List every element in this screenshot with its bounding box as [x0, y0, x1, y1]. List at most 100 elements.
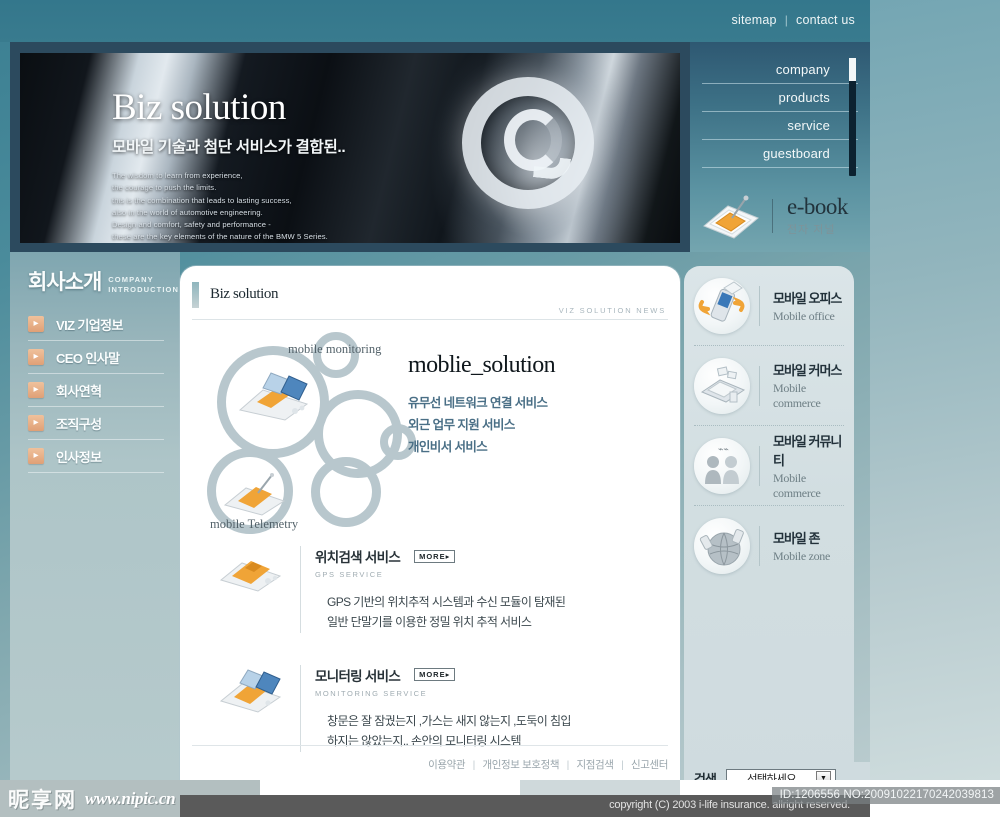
hero-title: Biz solution: [112, 87, 286, 128]
service-item-monitoring: 모니터링 서비스 MORE▸ MONITORING SERVICE 창문은 잘 …: [218, 664, 680, 752]
ebook-promo[interactable]: e-book 전자 저널: [690, 180, 870, 252]
panel-item-label-en: Mobile commerce: [773, 381, 821, 410]
ebook-divider: [772, 199, 773, 233]
panel-item-mobile-zone[interactable]: 모바일 존 Mobile zone: [694, 506, 844, 586]
service-list: 위치검색 서비스 MORE▸ GPS SERVICE GPS 기반의 위치추적 …: [180, 546, 680, 752]
sidebar-item-hr-info[interactable]: ▸ 인사정보: [28, 440, 164, 473]
nav-item-company[interactable]: company: [702, 56, 858, 84]
hero-banner: Biz solution 모바일 기술과 첨단 서비스가 결합된.. The w…: [20, 53, 680, 243]
page-eyebrow: VIZ SOLUTION NEWS: [558, 306, 666, 315]
footer-link-terms[interactable]: 이용약관: [428, 759, 465, 771]
sidebar-item-label: 조직구성: [56, 416, 102, 432]
top-bar: sitemap | contact us: [0, 0, 870, 42]
nav-item-products[interactable]: products: [702, 84, 858, 112]
main-footer-links: 이용약관 | 개인정보 보호정책 | 지점검색 | 신고센터: [192, 745, 668, 772]
solution-text-block: moblie_solution 유무선 네트워크 연결 서비스 외근 업무 지원…: [408, 352, 556, 459]
panel-item-text: 모바일 오피스 Mobile office: [769, 288, 842, 324]
solution-diagram: mobile monitoring mobile Telemetry mobli…: [180, 328, 680, 536]
solution-feature: 외근 업무 지원 서비스: [408, 417, 515, 432]
mobile-zone-icon: [694, 518, 750, 574]
more-button-label: MORE: [419, 670, 446, 680]
primary-navigation-list: company products service guestboard: [690, 42, 870, 168]
left-sidebar: 회사소개 COMPANY INTRODUCTION ▸ VIZ 기업정보 ▸ C…: [10, 252, 180, 780]
service-title-en: GPS SERVICE: [315, 570, 384, 579]
sidebar-heading-en-line2: INTRODUCTION: [108, 284, 179, 294]
sidebar-item-history[interactable]: ▸ 회사연혁: [28, 374, 164, 407]
panel-divider: [759, 526, 760, 566]
panel-item-label-ko: 모바일 오피스: [773, 290, 842, 306]
nav-scroll-indicator[interactable]: [849, 58, 856, 176]
solution-feature-list: 유무선 네트워크 연결 서비스 외근 업무 지원 서비스 개인비서 서비스: [408, 393, 555, 459]
sidebar-item-viz-info[interactable]: ▸ VIZ 기업정보: [28, 308, 164, 341]
panel-item-mobile-community[interactable]: ⌁⌁ 모바일 커뮤니티 Mobile commerce: [694, 426, 844, 506]
main-content-panel: Biz solution VIZ SOLUTION NEWS mobile mo…: [180, 266, 680, 794]
panel-item-text: 모바일 커머스 Mobile commerce: [769, 360, 844, 411]
page-background-right: [870, 0, 1000, 780]
solution-heading: moblie_solution: [408, 352, 556, 378]
hero-text-block: Biz solution 모바일 기술과 첨단 서비스가 결합된.. The w…: [112, 87, 346, 243]
sitemap-link[interactable]: sitemap: [732, 13, 777, 27]
panel-item-label-en: Mobile office: [773, 308, 835, 323]
chevron-right-icon: ▸: [28, 415, 44, 431]
watermark-url: www.nipic.cn: [85, 789, 176, 808]
mobile-commerce-icon: [694, 357, 750, 414]
bubble-label-telemetry: mobile Telemetry: [210, 517, 299, 531]
nav-item-guestboard[interactable]: guestboard: [702, 140, 858, 168]
footer-separator: |: [566, 759, 570, 771]
gps-device-icon: [218, 548, 284, 594]
ebook-title: e-book: [787, 194, 848, 219]
more-button[interactable]: MORE▸: [414, 549, 456, 563]
more-button-label: MORE: [419, 551, 446, 561]
service-body: 위치검색 서비스 MORE▸ GPS SERVICE GPS 기반의 위치추적 …: [300, 546, 680, 633]
sidebar-heading-en: COMPANY INTRODUCTION: [108, 275, 179, 296]
panel-divider: [759, 445, 760, 486]
sidebar-item-organization[interactable]: ▸ 조직구성: [28, 407, 164, 440]
hero-body-text: The wisdom to learn from experience, the…: [112, 171, 328, 242]
service-title-row: 위치검색 서비스 MORE▸: [315, 546, 680, 566]
hero-banner-frame: Biz solution 모바일 기술과 첨단 서비스가 결합된.. The w…: [10, 42, 690, 252]
service-title-en: MONITORING SERVICE: [315, 688, 428, 698]
footer-link-privacy[interactable]: 개인정보 보호정책: [483, 759, 560, 771]
service-description-line: 일반 단말기를 이용한 정밀 위치 추적 서비스: [327, 615, 532, 630]
mobile-monitoring-device-icon: [237, 370, 313, 422]
mobile-office-icon: [694, 277, 750, 334]
footer-link-report-center[interactable]: 신고센터: [631, 759, 668, 771]
ebook-subtitle: 전자 저널: [787, 224, 836, 236]
solution-feature: 유무선 네트워크 연결 서비스: [408, 396, 548, 410]
more-arrow-icon: ▸: [445, 670, 451, 680]
copyright-band: copyright (C) 2003 i-life insurance. all…: [180, 795, 870, 817]
service-description-line: 창문은 잘 잠궜는지 ,가스는 새지 않는지 ,도둑이 침입: [327, 713, 571, 728]
watermark: 昵享网 www.nipic.cn: [8, 784, 176, 814]
chevron-right-icon: ▸: [28, 316, 44, 332]
panel-item-label-ko: 모바일 커뮤니티: [773, 433, 842, 468]
service-title-ko: 위치검색 서비스: [315, 550, 401, 565]
more-button[interactable]: MORE▸: [414, 668, 456, 682]
mobile-telemetry-device-icon: [222, 473, 288, 517]
panel-item-mobile-office[interactable]: 모바일 오피스 Mobile office: [694, 266, 844, 346]
sidebar-item-label: CEO 인사말: [56, 350, 120, 366]
sidebar-menu: ▸ VIZ 기업정보 ▸ CEO 인사말 ▸ 회사연혁 ▸ 조직구성 ▸ 인사정…: [10, 308, 180, 473]
footer-separator: |: [621, 759, 624, 771]
panel-item-mobile-commerce[interactable]: 모바일 커머스 Mobile commerce: [694, 346, 844, 426]
panel-item-text: 모바일 커뮤니티 Mobile commerce: [769, 431, 844, 501]
watermark-logo-text: 昵享网: [8, 789, 77, 812]
more-arrow-icon: ▸: [445, 551, 451, 561]
sidebar-item-ceo-greeting[interactable]: ▸ CEO 인사말: [28, 341, 164, 374]
panel-item-label-ko: 모바일 커머스: [773, 363, 842, 378]
svg-text:⌁⌁: ⌁⌁: [718, 444, 729, 454]
right-sidebar-panel: 모바일 오피스 Mobile office 모바일 커머스 Mobile com…: [684, 266, 854, 780]
panel-divider: [759, 285, 760, 326]
service-item-gps: 위치검색 서비스 MORE▸ GPS SERVICE GPS 기반의 위치추적 …: [218, 546, 680, 633]
sidebar-item-label: 인사정보: [56, 449, 102, 465]
panel-item-label-en: Mobile zone: [773, 549, 831, 563]
contact-us-link[interactable]: contact us: [796, 13, 855, 27]
footer-separator: |: [472, 759, 476, 771]
panel-item-text: 모바일 존 Mobile zone: [769, 528, 830, 564]
footer-link-branch-search[interactable]: 지점검색: [577, 759, 614, 771]
bubble-mid-bottom: [311, 457, 381, 527]
chevron-right-icon: ▸: [28, 382, 44, 398]
service-title-row: 모니터링 서비스 MORE▸: [315, 665, 680, 685]
monitor-device-icon: [218, 667, 284, 713]
ebook-text: e-book 전자 저널: [783, 195, 848, 237]
nav-item-service[interactable]: service: [702, 112, 858, 140]
